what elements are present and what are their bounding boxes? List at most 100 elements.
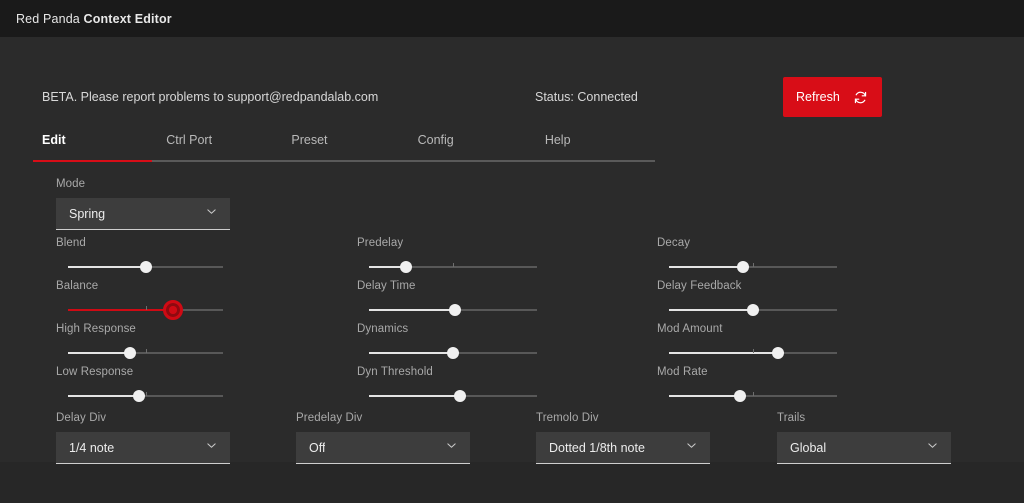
slider-track[interactable] <box>369 259 537 275</box>
slider-mod-amount[interactable]: Mod Amount <box>657 323 837 366</box>
slider-track[interactable] <box>68 345 223 361</box>
footer-strip <box>0 462 1024 503</box>
predelay-div-field: Predelay Div Off <box>296 412 470 464</box>
slider-track[interactable] <box>669 388 837 404</box>
slider-track[interactable] <box>669 302 837 318</box>
refresh-button-label: Refresh <box>796 90 840 104</box>
slider-high-response[interactable]: High Response <box>56 323 223 366</box>
slider-blend[interactable]: Blend <box>56 237 223 280</box>
slider-center-tick <box>753 349 754 353</box>
chevron-down-icon <box>445 439 458 457</box>
slider-label: High Response <box>56 323 136 335</box>
slider-label: Balance <box>56 280 99 292</box>
slider-center-tick <box>453 263 454 267</box>
slider-track-fill <box>669 352 779 354</box>
slider-label: Delay Time <box>357 280 416 292</box>
header-info-row: BETA. Please report problems to support@… <box>42 59 992 117</box>
slider-decay[interactable]: Decay <box>657 237 837 280</box>
slider-mod-rate[interactable]: Mod Rate <box>657 366 837 409</box>
tab-bar: Edit Ctrl Port Preset Config Help <box>33 133 656 162</box>
trails-select[interactable]: Global <box>777 432 951 464</box>
slider-label: Blend <box>56 237 86 249</box>
delay-div-select[interactable]: 1/4 note <box>56 432 230 464</box>
slider-handle[interactable] <box>399 261 412 273</box>
slider-balance[interactable]: Balance <box>56 280 223 323</box>
slider-track[interactable] <box>68 300 223 320</box>
refresh-button[interactable]: Refresh <box>783 77 882 117</box>
slider-track[interactable] <box>669 259 837 275</box>
tab-config-label: Config <box>417 133 454 147</box>
mode-label: Mode <box>56 178 86 190</box>
slider-track-fill <box>68 395 140 397</box>
slider-track-fill <box>669 266 743 268</box>
slider-track-fill <box>68 309 174 311</box>
slider-label: Dynamics <box>357 323 409 335</box>
slider-track[interactable] <box>369 345 537 361</box>
slider-handle[interactable] <box>448 304 461 316</box>
app-product-name: Context Editor <box>83 11 172 26</box>
slider-handle[interactable] <box>124 347 136 359</box>
slider-center-tick <box>145 392 147 396</box>
mode-field: Mode Spring <box>56 178 230 230</box>
main-content-area: BETA. Please report problems to support@… <box>0 37 1024 464</box>
tab-help[interactable]: Help <box>527 133 656 162</box>
slider-track-fill <box>369 309 455 311</box>
slider-track[interactable] <box>669 345 837 361</box>
slider-track[interactable] <box>369 388 537 404</box>
mode-select-value: Spring <box>69 206 106 221</box>
tab-preset-label: Preset <box>291 133 328 147</box>
predelay-div-value: Off <box>309 440 326 455</box>
slider-track-fill <box>669 309 753 311</box>
slider-track-fill <box>369 395 460 397</box>
slider-low-response[interactable]: Low Response <box>56 366 223 409</box>
mode-select[interactable]: Spring <box>56 198 230 230</box>
chevron-down-icon <box>205 439 218 457</box>
chevron-down-icon <box>685 439 698 457</box>
chevron-down-icon <box>926 439 939 457</box>
slider-handle[interactable] <box>453 390 466 402</box>
slider-handle[interactable] <box>163 300 184 320</box>
slider-track-fill <box>369 352 453 354</box>
slider-track[interactable] <box>68 259 223 275</box>
tab-config[interactable]: Config <box>401 133 528 162</box>
slider-label: Mod Amount <box>657 323 723 335</box>
slider-label: Predelay <box>357 237 404 249</box>
slider-label: Low Response <box>56 366 134 378</box>
chevron-down-icon <box>205 205 218 223</box>
slider-center-tick <box>145 349 147 353</box>
slider-track[interactable] <box>369 302 537 318</box>
slider-handle[interactable] <box>736 261 749 273</box>
predelay-div-select[interactable]: Off <box>296 432 470 464</box>
tab-preset[interactable]: Preset <box>276 133 402 162</box>
slider-delay-time[interactable]: Delay Time <box>357 280 537 323</box>
slider-center-tick <box>753 263 754 267</box>
tremolo-div-select[interactable]: Dotted 1/8th note <box>536 432 710 464</box>
slider-column-mod: Decay Delay Feedback Mod Amount Mod Rate <box>657 237 837 409</box>
connection-status: Status: Connected <box>535 90 638 104</box>
slider-track[interactable] <box>68 388 223 404</box>
slider-handle[interactable] <box>747 304 759 316</box>
tab-ctrl-port[interactable]: Ctrl Port <box>152 133 277 162</box>
slider-label: Dyn Threshold <box>357 366 433 378</box>
slider-handle[interactable] <box>447 347 459 359</box>
slider-track-fill <box>669 395 740 397</box>
slider-track-fill <box>68 266 146 268</box>
tremolo-div-value: Dotted 1/8th note <box>549 440 645 455</box>
slider-delay-feedback[interactable]: Delay Feedback <box>657 280 837 323</box>
slider-dyn-threshold[interactable]: Dyn Threshold <box>357 366 537 409</box>
tab-edit[interactable]: Edit <box>33 133 153 162</box>
slider-center-tick <box>753 392 754 396</box>
slider-column-delay: Predelay Delay Time Dynamics Dyn Threshold <box>357 237 537 409</box>
app-brand: Red Panda <box>16 11 84 26</box>
slider-handle[interactable] <box>772 347 785 359</box>
delay-div-field: Delay Div 1/4 note <box>56 412 230 464</box>
beta-notice: BETA. Please report problems to support@… <box>42 90 379 104</box>
delay-div-value: 1/4 note <box>69 440 115 455</box>
slider-handle[interactable] <box>139 261 152 273</box>
slider-handle[interactable] <box>133 390 146 402</box>
slider-handle[interactable] <box>733 390 746 402</box>
slider-dynamics[interactable]: Dynamics <box>357 323 537 366</box>
slider-predelay[interactable]: Predelay <box>357 237 537 280</box>
trails-field: Trails Global <box>777 412 951 464</box>
app-title: Red Panda Context Editor <box>16 12 172 26</box>
